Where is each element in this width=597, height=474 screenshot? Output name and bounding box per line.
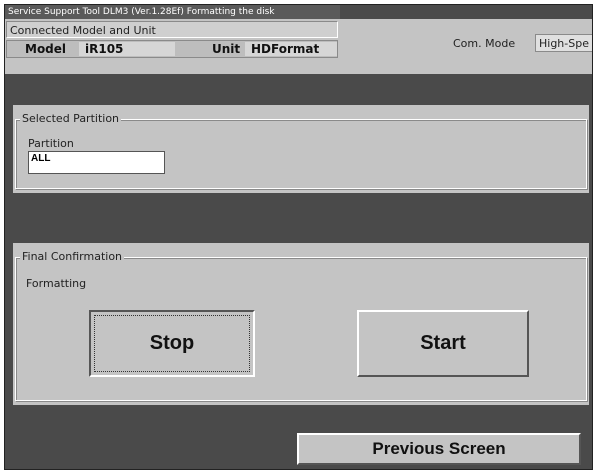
selected-partition-group: Selected Partition Partition ALL [15, 112, 587, 189]
formatting-status: Formatting [26, 277, 87, 290]
previous-screen-button[interactable]: Previous Screen [297, 433, 581, 465]
final-confirmation-panel: Final Confirmation Formatting Stop Start [13, 243, 589, 405]
model-value: iR105 [79, 42, 175, 56]
window-title: Service Support Tool DLM3 (Ver.1.28Ef) F… [5, 5, 340, 19]
header-panel: Connected Model and Unit Model iR105 Uni… [5, 19, 592, 74]
unit-label: Unit [212, 42, 241, 56]
model-unit-row: Model iR105 Unit HDFormat [6, 40, 338, 58]
model-label: Model [25, 42, 67, 56]
unit-value: HDFormat [245, 42, 337, 56]
selected-partition-panel: Selected Partition Partition ALL [13, 105, 589, 193]
selected-partition-title: Selected Partition [20, 112, 122, 125]
partition-field[interactable]: ALL [28, 151, 165, 174]
com-mode-label: Com. Mode [453, 37, 516, 50]
com-mode-value: High-Spe [535, 34, 592, 52]
partition-label: Partition [28, 137, 74, 150]
start-button[interactable]: Start [357, 310, 529, 377]
final-confirmation-title: Final Confirmation [20, 250, 125, 263]
final-confirmation-group: Final Confirmation Formatting Stop Start [15, 250, 587, 401]
connected-model-label: Connected Model and Unit [6, 21, 338, 38]
stop-button[interactable]: Stop [89, 310, 255, 377]
app-window: Service Support Tool DLM3 (Ver.1.28Ef) F… [4, 4, 593, 470]
